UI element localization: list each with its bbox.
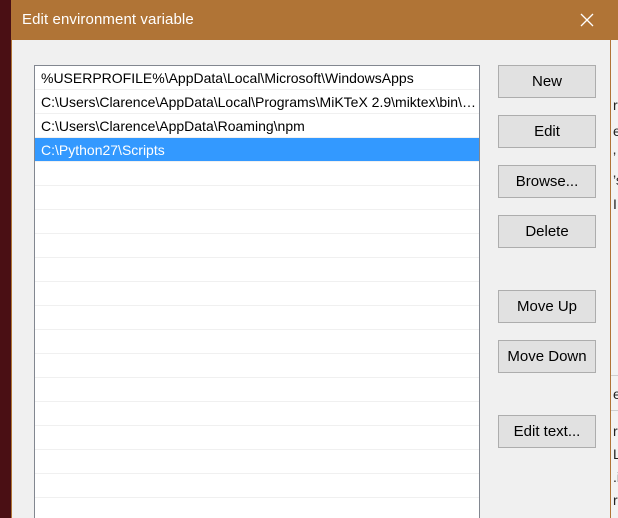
background-text-fragment: ’: [613, 149, 617, 165]
list-item[interactable]: [35, 210, 479, 234]
background-text-fragment: ri: [613, 423, 618, 439]
close-icon: [580, 13, 594, 27]
new-button[interactable]: New: [498, 65, 596, 98]
delete-button[interactable]: Delete: [498, 215, 596, 248]
list-item[interactable]: [35, 378, 479, 402]
browse-button[interactable]: Browse...: [498, 165, 596, 198]
list-item[interactable]: [35, 282, 479, 306]
background-text-fragment: e: [613, 386, 618, 402]
path-list[interactable]: %USERPROFILE%\AppData\Local\Microsoft\Wi…: [34, 65, 480, 518]
list-item-selected[interactable]: C:\Python27\Scripts: [35, 138, 479, 162]
edit-button[interactable]: Edit: [498, 115, 596, 148]
background-text-fragment: ’s: [613, 172, 618, 188]
list-item[interactable]: [35, 354, 479, 378]
edit-environment-variable-dialog: Edit environment variable %USERPROFILE%\…: [11, 0, 611, 518]
list-item[interactable]: [35, 162, 479, 186]
list-item[interactable]: %USERPROFILE%\AppData\Local\Microsoft\Wi…: [35, 66, 479, 90]
move-down-button[interactable]: Move Down: [498, 340, 596, 373]
list-item[interactable]: [35, 306, 479, 330]
background-text-fragment: ri: [613, 97, 618, 113]
list-item[interactable]: [35, 402, 479, 426]
background-text-fragment: e: [613, 123, 618, 139]
dialog-titlebar[interactable]: Edit environment variable: [12, 0, 610, 40]
background-text-fragment: .i: [613, 469, 618, 485]
dialog-title: Edit environment variable: [22, 11, 194, 28]
list-item[interactable]: C:\Users\Clarence\AppData\Roaming\npm: [35, 114, 479, 138]
list-item[interactable]: [35, 330, 479, 354]
move-up-button[interactable]: Move Up: [498, 290, 596, 323]
background-text-fragment: r: [613, 492, 618, 508]
list-item[interactable]: [35, 474, 479, 498]
list-item[interactable]: [35, 450, 479, 474]
list-item[interactable]: [35, 426, 479, 450]
background-text-fragment: L: [613, 446, 618, 462]
list-item[interactable]: [35, 234, 479, 258]
list-item[interactable]: [35, 258, 479, 282]
background-text-fragment: IE: [613, 196, 618, 212]
edit-text-button[interactable]: Edit text...: [498, 415, 596, 448]
list-item[interactable]: [35, 186, 479, 210]
list-item[interactable]: C:\Users\Clarence\AppData\Local\Programs…: [35, 90, 479, 114]
close-button[interactable]: [564, 0, 610, 40]
